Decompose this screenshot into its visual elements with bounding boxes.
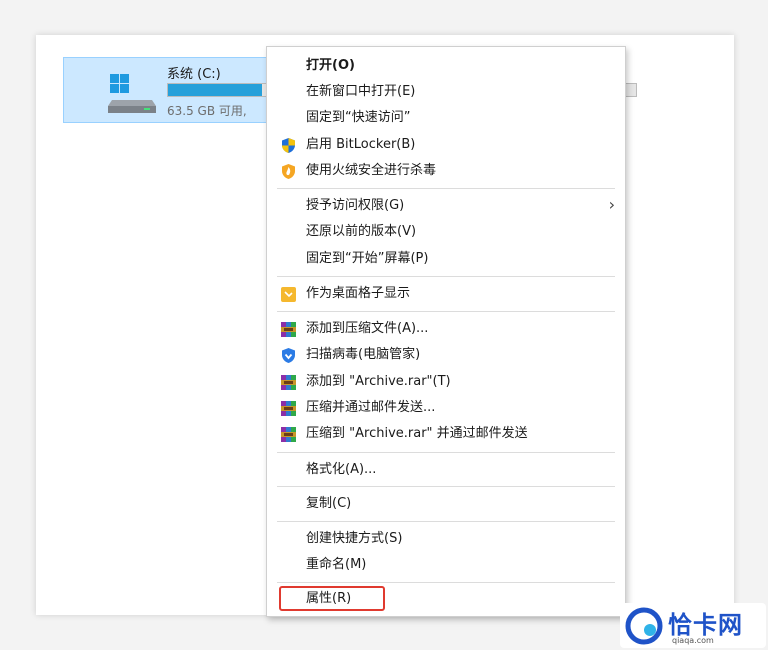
menu-item-bitlocker[interactable]: 启用 BitLocker(B) [267,132,625,158]
menu-item-label: 在新窗口中打开(E) [306,84,416,99]
menu-item-label: 固定到“快速访问” [306,110,411,125]
menu-item-label: 授予访问权限(G) [306,198,405,213]
menu-separator [277,452,615,453]
menu-item-pin-start[interactable]: 固定到“开始”屏幕(P) [267,246,625,272]
menu-item-pin-quick-access[interactable]: 固定到“快速访问” [267,105,625,131]
menu-item-label: 复制(C) [306,496,352,511]
menu-separator [277,486,615,487]
watermark-url: qiaqa.com [672,636,714,645]
menu-item-label: 创建快捷方式(S) [306,531,403,546]
huorong-shield-icon [280,163,297,180]
menu-item-label: 作为桌面格子显示 [306,286,411,301]
menu-item-label: 添加到 "Archive.rar"(T) [306,374,451,389]
drive-name: 系统 (C:) [167,67,221,82]
watermark: 恰卡网 qiaqa.com [620,603,766,648]
menu-item-open[interactable]: 打开(O) [267,53,625,79]
watermark-title: 恰卡网 [668,611,743,639]
pc-manager-icon [280,347,297,364]
hard-drive-windows-icon [108,74,158,114]
menu-item-copy[interactable]: 复制(C) [267,491,625,517]
winrar-icon [280,321,297,338]
menu-item-add-to-archive-rar[interactable]: 添加到 "Archive.rar"(T) [267,369,625,395]
menu-item-restore-versions[interactable]: 还原以前的版本(V) [267,219,625,245]
menu-item-format[interactable]: 格式化(A)... [267,457,625,483]
menu-item-compress-rar-email[interactable]: 压缩到 "Archive.rar" 并通过邮件发送 [267,421,625,447]
menu-item-rename[interactable]: 重命名(M) [267,552,625,578]
menu-item-scan-virus[interactable]: 扫描病毒(电脑管家) [267,342,625,368]
drive-free-space: 63.5 GB 可用, [167,104,247,118]
menu-separator [277,521,615,522]
context-menu: 打开(O) 在新窗口中打开(E) 固定到“快速访问” 启用 BitLocker(… [266,46,626,617]
menu-item-label: 还原以前的版本(V) [306,224,417,239]
menu-item-label: 重命名(M) [306,557,367,572]
menu-item-huorong-scan[interactable]: 使用火绒安全进行杀毒 [267,158,625,184]
menu-item-label: 扫描病毒(电脑管家) [306,347,421,362]
drive-usage-fill [168,84,262,96]
menu-item-label: 启用 BitLocker(B) [306,137,416,152]
watermark-logo-icon [624,606,664,646]
winrar-icon [280,426,297,443]
menu-item-label: 打开(O) [306,58,355,73]
menu-separator [277,582,615,583]
menu-item-label: 固定到“开始”屏幕(P) [306,251,429,266]
menu-separator [277,311,615,312]
menu-item-label: 压缩到 "Archive.rar" 并通过邮件发送 [306,426,528,441]
menu-item-open-new-window[interactable]: 在新窗口中打开(E) [267,79,625,105]
properties-highlight-box [279,586,385,611]
menu-item-label: 添加到压缩文件(A)... [306,321,429,336]
uac-shield-icon [280,137,297,154]
menu-item-label: 使用火绒安全进行杀毒 [306,163,437,178]
menu-item-label: 格式化(A)... [306,462,377,477]
menu-item-compress-email[interactable]: 压缩并通过邮件发送... [267,395,625,421]
desktop-grid-icon [280,286,297,303]
menu-item-create-shortcut[interactable]: 创建快捷方式(S) [267,526,625,552]
winrar-icon [280,374,297,391]
menu-item-desktop-grid[interactable]: 作为桌面格子显示 [267,281,625,307]
winrar-icon [280,400,297,417]
menu-separator [277,188,615,189]
menu-item-add-to-archive[interactable]: 添加到压缩文件(A)... [267,316,625,342]
menu-separator [277,276,615,277]
menu-item-label: 压缩并通过邮件发送... [306,400,436,415]
menu-item-grant-access[interactable]: 授予访问权限(G) › [267,193,625,219]
chevron-right-icon: › [608,195,615,214]
